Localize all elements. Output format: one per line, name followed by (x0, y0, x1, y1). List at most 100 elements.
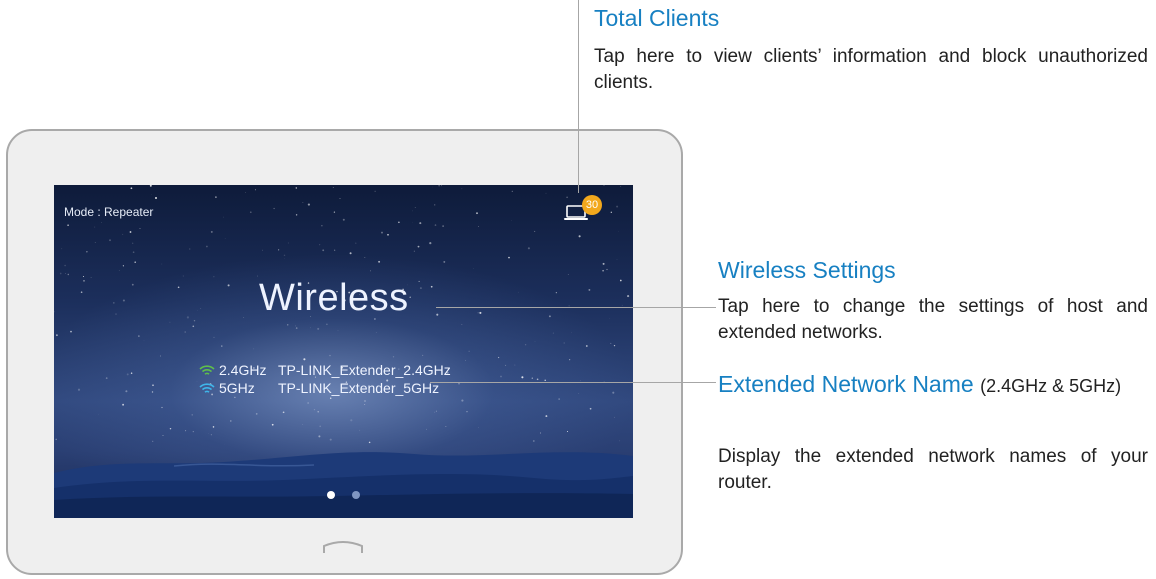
star (429, 242, 432, 245)
star (177, 286, 180, 289)
star (303, 358, 306, 361)
page-indicator-dot-active[interactable] (327, 491, 335, 499)
star (438, 185, 440, 187)
star (321, 225, 323, 227)
star (536, 378, 539, 381)
star (563, 342, 565, 344)
star (249, 211, 252, 214)
star (131, 283, 134, 286)
star (337, 330, 339, 332)
star (230, 420, 232, 422)
wireless-settings-title[interactable]: Wireless (259, 277, 409, 320)
star (435, 410, 437, 412)
star (134, 261, 136, 263)
star (578, 392, 580, 394)
star (364, 400, 366, 402)
star (307, 203, 310, 206)
star (332, 187, 334, 188)
star (90, 277, 92, 278)
star (122, 299, 125, 302)
star (436, 313, 439, 316)
star (527, 247, 530, 250)
star (151, 194, 152, 195)
star (375, 332, 377, 333)
star (126, 373, 129, 376)
star (430, 285, 433, 288)
star (213, 276, 215, 278)
star (278, 249, 280, 251)
star (112, 302, 115, 304)
star (500, 375, 502, 378)
star (364, 403, 366, 405)
star (443, 260, 446, 263)
star (477, 226, 479, 227)
star (617, 230, 619, 232)
star (392, 356, 395, 358)
star (70, 330, 72, 333)
star (118, 270, 120, 271)
star (585, 345, 588, 347)
wifi-icon (199, 383, 215, 393)
star (193, 319, 196, 322)
star (152, 384, 154, 387)
star (398, 221, 400, 224)
star (302, 424, 304, 425)
star (417, 245, 420, 248)
network-band-label: 2.4GHz (219, 362, 267, 378)
star (616, 205, 619, 208)
star (508, 256, 510, 259)
star (606, 268, 608, 271)
star (497, 356, 500, 359)
star (56, 334, 58, 337)
star (612, 391, 615, 394)
star (610, 342, 612, 344)
star (132, 251, 135, 254)
star (578, 235, 581, 238)
star (302, 202, 304, 203)
star (67, 224, 69, 227)
star (287, 324, 289, 326)
star (149, 185, 152, 187)
star (82, 275, 85, 278)
star (86, 251, 88, 253)
total-clients-button[interactable]: 30 (564, 195, 608, 223)
star (227, 284, 230, 287)
star (161, 406, 163, 409)
star (552, 332, 554, 334)
star (245, 191, 246, 193)
star (105, 377, 108, 379)
star (139, 228, 141, 229)
star (122, 265, 124, 267)
star (154, 196, 158, 200)
star (548, 315, 551, 318)
wireless-settings-description: Tap here to change the settings of host … (718, 296, 1148, 343)
star (132, 242, 134, 244)
star (329, 354, 331, 357)
star (273, 207, 275, 210)
star (255, 413, 258, 415)
star (374, 190, 376, 192)
star (418, 280, 420, 282)
star (613, 344, 616, 347)
star (342, 218, 345, 221)
star (317, 327, 320, 330)
star (381, 231, 383, 234)
network-band-label: 5GHz (219, 380, 255, 396)
star (569, 359, 571, 361)
device-screen: Mode : Repeater 30 Wireless 2.4GHz TP-LI… (54, 185, 633, 518)
star (616, 258, 618, 260)
star (59, 272, 62, 275)
star (370, 270, 372, 272)
star (567, 274, 569, 276)
home-button-icon[interactable] (322, 540, 364, 554)
star (130, 372, 133, 374)
star (614, 416, 616, 418)
star (442, 225, 444, 227)
star (589, 407, 592, 410)
star (151, 391, 154, 393)
star (602, 262, 605, 265)
star (419, 222, 422, 225)
star (169, 321, 171, 323)
star (186, 316, 189, 319)
page-indicator-dot[interactable] (352, 491, 360, 499)
